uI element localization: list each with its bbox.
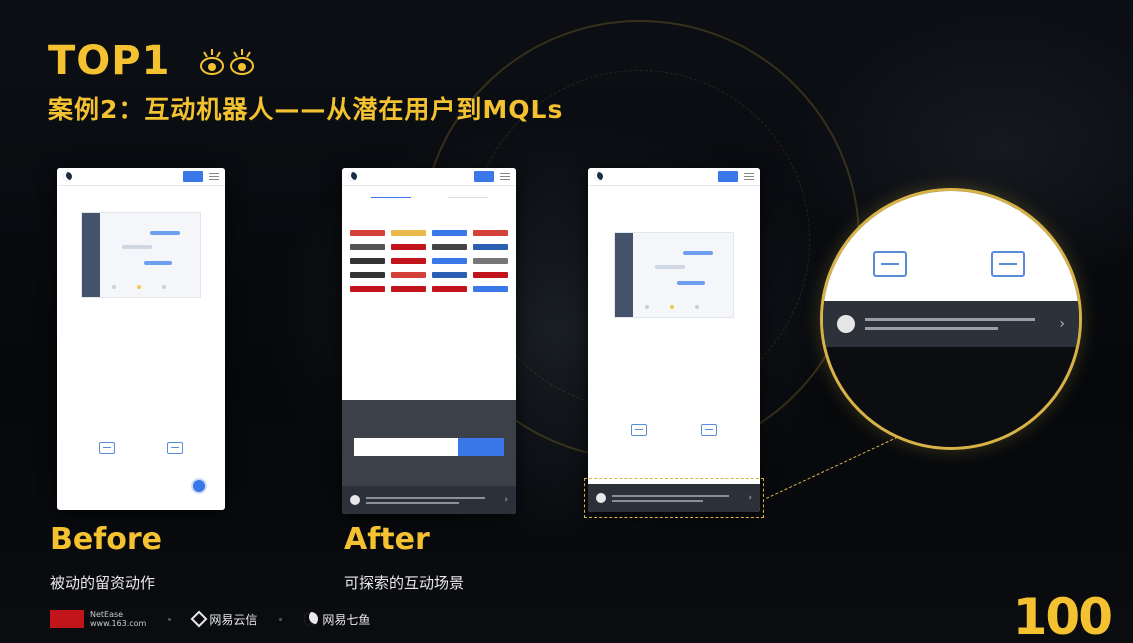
before-phone-mockup — [57, 168, 225, 510]
phone-heading — [342, 212, 516, 222]
phone-header — [342, 168, 516, 186]
message-icon — [167, 442, 183, 454]
robot-icon — [350, 495, 360, 505]
yunxin-icon — [190, 610, 208, 628]
phone-logo — [63, 172, 72, 181]
message-icon — [991, 251, 1025, 277]
floating-chat-button — [191, 478, 207, 494]
trial-section — [342, 400, 516, 486]
menu-icon — [500, 173, 510, 180]
robot-icon — [837, 315, 855, 333]
phone-cta-button — [183, 171, 203, 182]
robot-chat-bar: › — [342, 486, 516, 514]
top1-label: TOP1 — [48, 38, 171, 84]
phone-feature-text — [588, 382, 760, 406]
phone-cta-button — [718, 171, 738, 182]
sparkle-eyes-icon — [200, 49, 254, 75]
phone-feature-icons — [57, 442, 225, 454]
after-label: After — [344, 522, 430, 557]
chevron-right-icon: › — [504, 495, 508, 505]
phone-cta-button — [474, 171, 494, 182]
slide-title: 案例2：互动机器人——从潜在用户到MQLs — [48, 95, 564, 124]
robot-phone-mockup: › — [588, 168, 760, 512]
page-number: 100 — [1012, 588, 1113, 643]
phone-feature-text — [57, 392, 225, 416]
after-caption: 可探索的互动场景 — [344, 574, 465, 592]
highlight-box — [584, 478, 764, 518]
message-icon — [701, 424, 717, 436]
moon-icon — [304, 612, 319, 626]
magnifier-callout: › — [820, 188, 1082, 450]
footer-logos: NetEase www.163.com 网易云信 网易七鱼 — [50, 610, 370, 628]
phone-logo — [594, 172, 603, 181]
before-caption: 被动的留资动作 — [50, 574, 156, 592]
chat-icon — [873, 251, 907, 277]
robot-chat-bar-zoomed: › — [823, 301, 1079, 347]
dashboard-mock-image — [81, 212, 201, 298]
connector-line — [766, 434, 903, 499]
menu-icon — [744, 173, 754, 180]
phone-heading — [588, 208, 760, 218]
phone-logo — [348, 172, 357, 181]
chat-icon — [99, 442, 115, 454]
menu-icon — [209, 173, 219, 180]
before-label: Before — [50, 522, 163, 557]
qiyu-logo: 网易七鱼 — [304, 611, 370, 628]
phone-header — [57, 168, 225, 186]
phone-header — [588, 168, 760, 186]
netease-logo: NetEase www.163.com — [50, 610, 146, 628]
phone-heading — [57, 194, 225, 204]
trial-heading — [342, 418, 516, 428]
trial-submit-button — [458, 438, 504, 456]
dashboard-mock-image — [614, 232, 734, 318]
customer-logo-grid — [342, 222, 516, 292]
phone-tabs — [342, 186, 516, 198]
after-phone-mockup: › — [342, 168, 516, 514]
yunxin-logo: 网易云信 — [190, 610, 257, 628]
slide: TOP1 案例2：互动机器人——从潜在用户到MQLs › › › Before … — [0, 0, 1133, 643]
chat-icon — [631, 424, 647, 436]
trial-phone-input — [354, 438, 458, 456]
chevron-right-icon: › — [1059, 316, 1065, 332]
phone-feature-icons — [588, 424, 760, 436]
